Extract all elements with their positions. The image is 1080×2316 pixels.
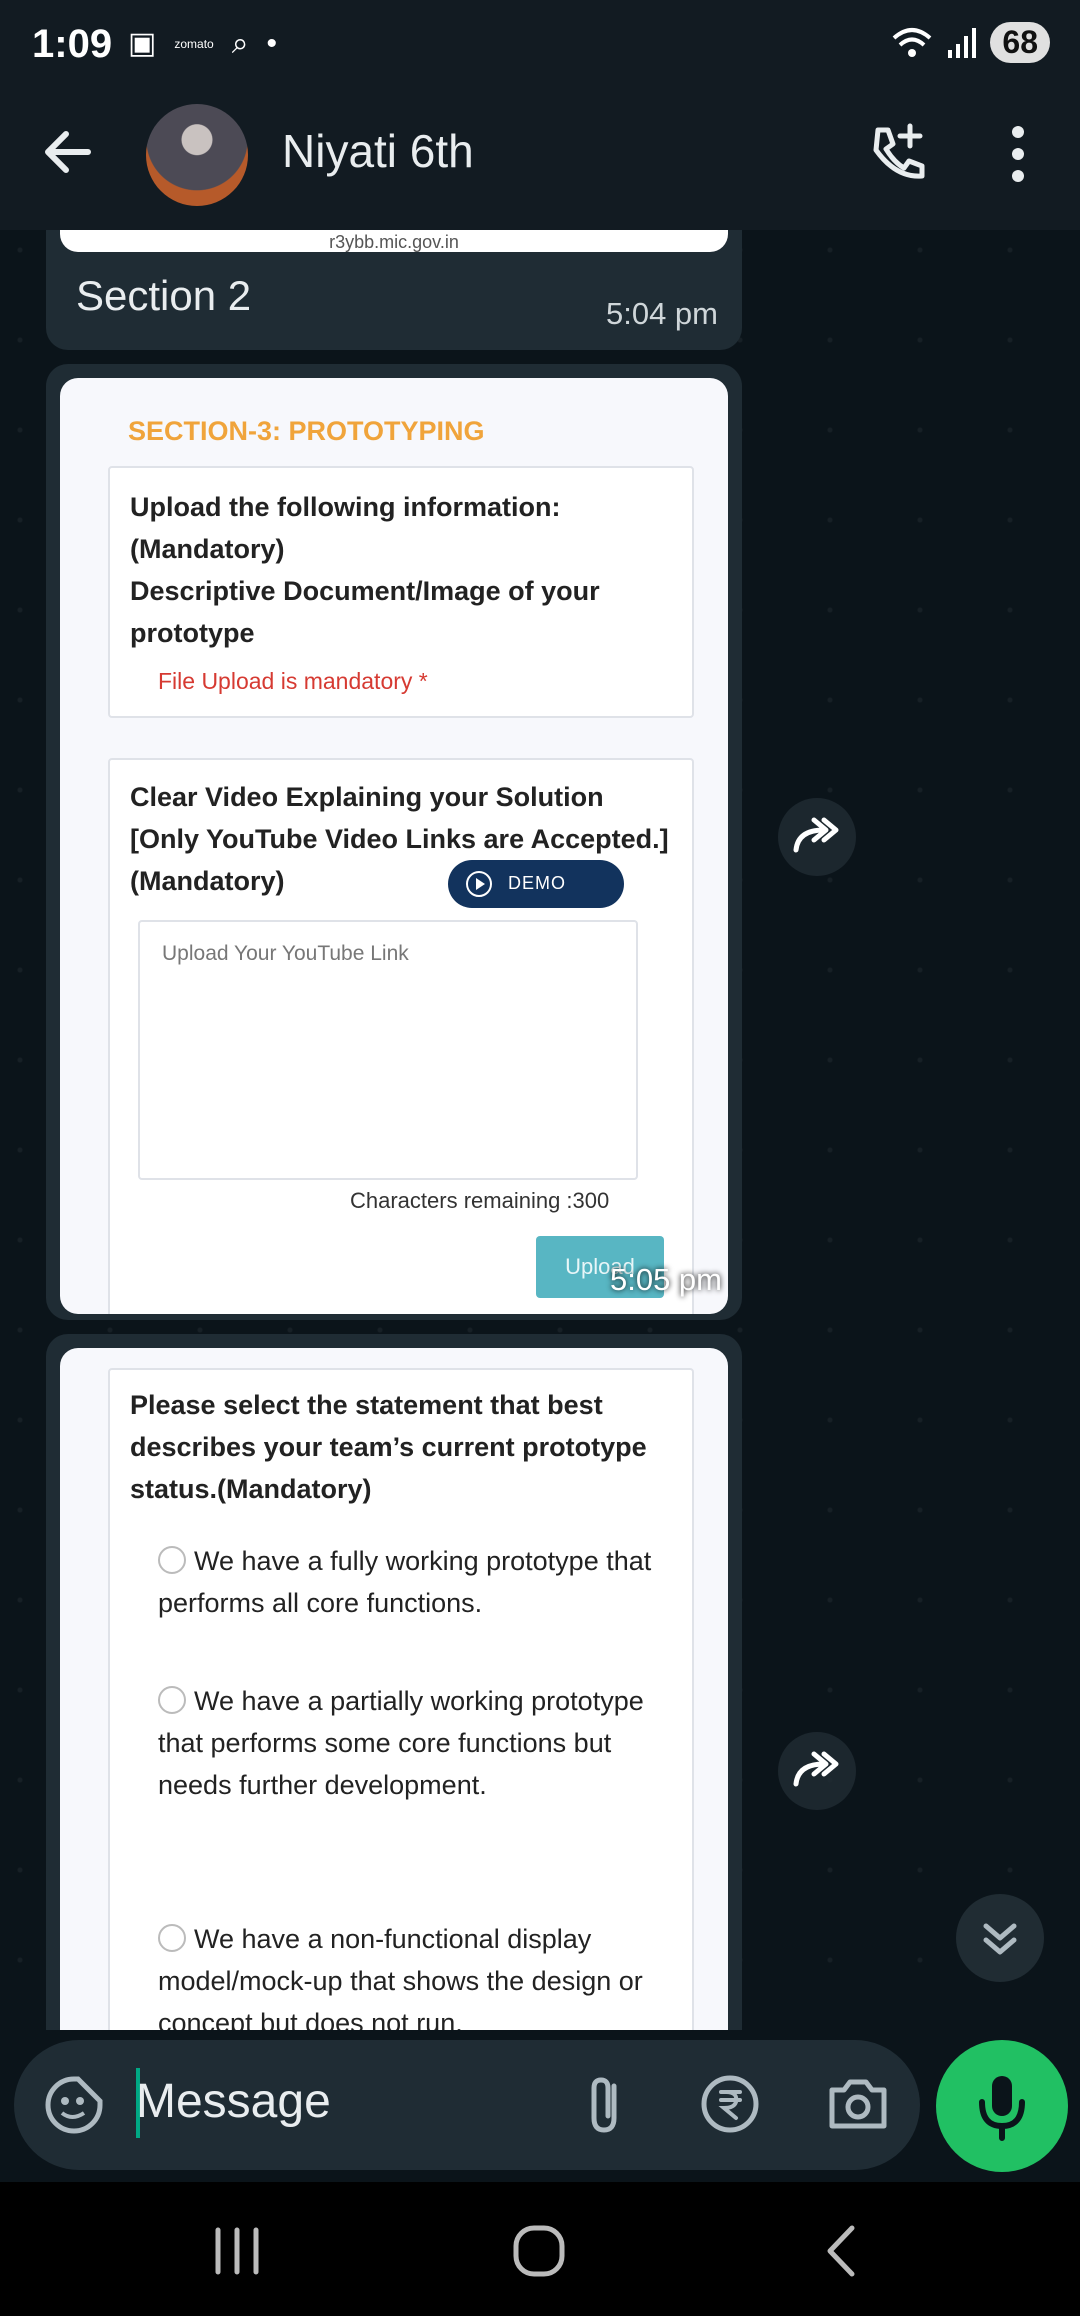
system-icons: 68 [892,22,1050,63]
radio-icon [158,1686,186,1714]
chat-area[interactable]: r3ybb.mic.gov.in Section 2 5:04 pm SECTI… [0,230,1080,2030]
mic-icon [979,2076,1025,2141]
prototype-status-card: Please select the statement that best de… [108,1368,694,2030]
upload-info-card: Upload the following information:(Mandat… [108,466,694,718]
forward-icon [793,1751,839,1787]
home-icon[interactable] [504,2216,574,2286]
message-input[interactable]: Message [136,2074,331,2129]
wifi-icon [893,27,932,57]
demo-button: DEMO [448,860,624,908]
notification-icons: ▣ zomato ⌕ • [128,26,277,61]
image-message-bubble[interactable]: Please select the statement that best de… [46,1334,742,2030]
url-fragment: r3ybb.mic.gov.in [329,232,459,252]
status-question: Please select the statement that best de… [130,1390,647,1504]
status-time: 1:09 [32,22,113,66]
system-navigation-bar [0,2182,1080,2316]
screenshot-icon: ▣ [128,27,157,60]
radio-option: We have a fully working prototype that p… [158,1540,658,1624]
upload-question: Upload the following information:(Mandat… [130,492,600,648]
option-label: We have a fully working prototype that p… [158,1546,652,1618]
sticker-icon[interactable] [44,2075,104,2135]
avatar[interactable] [146,104,248,206]
radio-icon [158,1924,186,1952]
more-options-icon[interactable] [1000,122,1036,186]
required-note: File Upload is mandatory * [158,668,428,694]
image-preview: r3ybb.mic.gov.in [60,230,728,252]
search-sparkle-icon: ⌕ [231,26,249,60]
radio-option: We have a partially working prototype th… [158,1680,658,1806]
play-icon [466,871,492,897]
back-arrow-icon[interactable] [38,122,98,182]
video-link-card: Clear Video Explaining your Solution [On… [108,758,694,1314]
forward-icon [793,817,839,853]
link-placeholder: Upload Your YouTube Link [162,942,409,965]
voice-message-button[interactable] [936,2040,1068,2172]
chat-header: Niyati 6th [0,92,1080,230]
radio-option: We have a non-functional display model/m… [158,1918,658,2030]
add-call-icon[interactable] [866,122,930,186]
screenshot-image[interactable]: SECTION-3: PROTOTYPING Upload the follow… [60,378,728,1314]
option-label: We have a partially working prototype th… [158,1686,644,1800]
double-chevron-down-icon [983,1923,1017,1955]
message-composer: Message [14,2040,920,2170]
payment-icon[interactable] [698,2072,762,2136]
youtube-link-field: Upload Your YouTube Link [138,920,638,1180]
signal-icon [948,27,977,58]
scroll-to-bottom-button[interactable] [956,1894,1044,1982]
message-bubble[interactable]: r3ybb.mic.gov.in Section 2 5:04 pm [46,230,742,350]
message-time: 5:05 pm [609,1262,722,1297]
contact-name[interactable]: Niyati 6th [282,124,474,178]
section-title: SECTION-3: PROTOTYPING [128,416,485,446]
recent-apps-icon[interactable] [202,2216,272,2286]
option-label: We have a non-functional display model/m… [158,1924,643,2030]
forward-button[interactable] [778,798,856,876]
forward-button[interactable] [778,1732,856,1810]
zomato-icon: zomato [174,36,214,51]
message-time: 5:04 pm [605,296,718,331]
battery-indicator: 68 [990,22,1050,63]
camera-icon[interactable] [826,2074,890,2134]
screenshot-image[interactable]: Please select the statement that best de… [60,1348,728,2030]
dot-icon: • [266,26,278,60]
image-message-bubble[interactable]: SECTION-3: PROTOTYPING Upload the follow… [46,364,742,1320]
attach-icon[interactable] [574,2072,638,2136]
nav-back-icon[interactable] [806,2216,876,2286]
demo-label: DEMO [508,873,566,893]
message-text: Section 2 [76,272,252,319]
characters-remaining: Characters remaining :300 [350,1188,610,1213]
radio-icon [158,1546,186,1574]
status-bar: 1:09 ▣ zomato ⌕ • 68 [0,0,1080,92]
